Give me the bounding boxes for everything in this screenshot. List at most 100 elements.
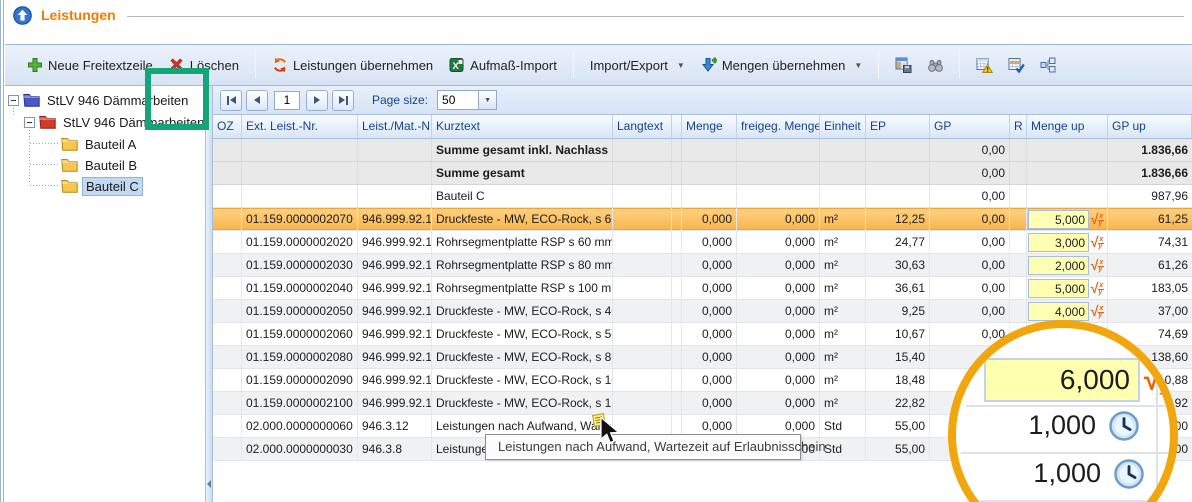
cell: 946.999.92.17 xyxy=(358,369,432,391)
cell xyxy=(213,254,242,276)
grid-warning-button[interactable] xyxy=(971,53,997,77)
column-header-Leist./Mat.-N[interactable]: Leist./Mat.-N xyxy=(358,115,432,138)
cell xyxy=(213,231,242,253)
first-page-button[interactable] xyxy=(220,90,242,111)
table-row[interactable]: Summe gesamt0,001.836,66 xyxy=(213,162,1192,185)
cell: 946.999.92.13 xyxy=(358,300,432,322)
import-export-button[interactable]: Import/Export▼ xyxy=(582,54,693,77)
column-header-Kurztext[interactable]: Kurztext xyxy=(432,115,613,138)
cell xyxy=(213,323,242,345)
formula-icon[interactable]: √xy xyxy=(1089,303,1106,319)
project-tree: StLV 946 DämmarbeitenStLV 946 Dämmarbeit… xyxy=(5,86,205,502)
tree-item-label[interactable]: Bauteil C xyxy=(82,177,143,196)
cell: 0,000 xyxy=(737,231,820,253)
cell: 946.999.92.10 xyxy=(358,231,432,253)
cell xyxy=(613,300,672,322)
svg-text:X: X xyxy=(453,61,460,72)
menge-up-cell: 4,000√xy xyxy=(1027,300,1108,322)
cell: 55,00 xyxy=(866,438,930,460)
column-header-Ext. Leist.-Nr.[interactable]: Ext. Leist.-Nr. xyxy=(242,115,358,138)
cell xyxy=(672,323,682,345)
cell: 0,000 xyxy=(682,277,737,299)
column-header-EP[interactable]: EP xyxy=(866,115,930,138)
cell xyxy=(672,369,682,391)
add-icon xyxy=(27,57,43,73)
tree-item-bauteil-b[interactable]: Bauteil B xyxy=(61,155,140,175)
table-row[interactable]: 01.159.0000002020946.999.92.10Rohrsegmen… xyxy=(213,231,1192,254)
grid-check-button[interactable] xyxy=(1003,53,1029,77)
column-header-Einheit[interactable]: Einheit xyxy=(820,115,866,138)
table-row[interactable]: 01.159.0000002050946.999.92.13Druckfeste… xyxy=(213,300,1192,323)
tree-item-bauteil-c[interactable]: Bauteil C xyxy=(61,176,143,196)
table-row[interactable]: Summe gesamt inkl. Nachlass0,001.836,66 xyxy=(213,139,1192,162)
cell: 36,61 xyxy=(866,277,930,299)
menge-up-input[interactable]: 4,000 xyxy=(1028,302,1089,321)
apply-services-button[interactable]: Leistungen übernehmen xyxy=(264,53,441,77)
apply-quantities-button[interactable]: Mengen übernehmen▼ xyxy=(693,53,871,77)
menge-up-input[interactable]: 5,000 xyxy=(1028,279,1089,298)
table-row[interactable]: 01.159.0000002070946.999.92.15.Druckfest… xyxy=(213,208,1192,231)
cell xyxy=(672,346,682,368)
cell xyxy=(737,139,820,161)
cell: 0,000 xyxy=(682,300,737,322)
gp-up-cell: 61,26 xyxy=(1108,254,1192,276)
tree-item-label[interactable]: Bauteil B xyxy=(82,157,140,174)
column-header-GP up[interactable]: GP up xyxy=(1108,115,1192,138)
cell xyxy=(358,139,432,161)
menge-up-input[interactable]: 5,000 xyxy=(1028,210,1089,229)
tree-collapse-toggle[interactable] xyxy=(24,117,35,128)
table-row[interactable]: Bauteil C0,00987,96 xyxy=(213,185,1192,208)
table-row[interactable]: 01.159.0000002040946.999.92.12Rohrsegmen… xyxy=(213,277,1192,300)
page-number-input[interactable] xyxy=(274,91,300,110)
menge-up-input[interactable]: 2,000 xyxy=(1028,256,1089,275)
cell: 15,40 xyxy=(866,346,930,368)
cell: m² xyxy=(820,254,866,276)
collapse-up-icon[interactable] xyxy=(13,6,32,25)
pagination-bar: Page size: 50 ▼ xyxy=(213,86,1192,115)
column-header-Menge up[interactable]: Menge up xyxy=(1027,115,1108,138)
cell xyxy=(242,162,358,184)
panel-splitter[interactable] xyxy=(205,86,213,502)
column-header-Langtext[interactable]: Langtext xyxy=(613,115,672,138)
column-header-freigeg. Menge[interactable]: freigeg. Menge xyxy=(737,115,820,138)
left-edge-line xyxy=(0,0,1,502)
page-size-select[interactable]: 50 ▼ xyxy=(437,90,497,110)
tree-item-label[interactable]: Bauteil A xyxy=(82,136,139,153)
previous-page-button[interactable] xyxy=(246,90,268,111)
title-rule xyxy=(127,16,1184,17)
aufmass-import-button[interactable]: X Aufmaß-Import xyxy=(441,53,565,77)
formula-icon[interactable]: √xy xyxy=(1089,211,1106,227)
column-header-spacer[interactable] xyxy=(672,115,682,138)
formula-icon[interactable]: √xy xyxy=(1089,234,1106,250)
formula-icon[interactable]: √xy xyxy=(1089,257,1106,273)
toolbar-button-label: Leistungen übernehmen xyxy=(293,58,433,73)
cell xyxy=(1010,277,1027,299)
cell xyxy=(1010,208,1027,230)
formula-icon[interactable]: √xy xyxy=(1089,280,1106,296)
toolbar-button-label: Aufmaß-Import xyxy=(470,58,557,73)
cell: Std xyxy=(820,415,866,437)
gp-up-cell: 61,25 xyxy=(1108,208,1192,230)
cell: Rohrsegmentplatte RSP s 80 mm; LA xyxy=(432,254,613,276)
column-header-R[interactable]: R xyxy=(1010,115,1027,138)
column-header-Menge[interactable]: Menge xyxy=(682,115,737,138)
column-header-GP[interactable]: GP xyxy=(930,115,1010,138)
tree-item-bauteil-a[interactable]: Bauteil A xyxy=(61,134,139,154)
cell: 01.159.0000002020 xyxy=(242,231,358,253)
next-page-button[interactable] xyxy=(306,90,328,111)
cell: 946.999.92.12 xyxy=(358,277,432,299)
tree-collapse-toggle[interactable] xyxy=(8,95,19,106)
chevron-down-icon[interactable]: ▼ xyxy=(479,90,497,110)
gp-up-cell: 987,96 xyxy=(1108,185,1192,207)
search-button[interactable] xyxy=(922,53,948,77)
table-row[interactable]: 01.159.0000002030946.999.92.11.Rohrsegme… xyxy=(213,254,1192,277)
menge-up-input[interactable]: 3,000 xyxy=(1028,233,1089,252)
magnified-clock-icon xyxy=(1108,410,1140,442)
grid-save-button[interactable] xyxy=(890,53,916,77)
column-header-OZ[interactable]: OZ xyxy=(213,115,242,138)
cell xyxy=(1027,162,1108,184)
last-page-button[interactable] xyxy=(332,90,354,111)
cell: 0,000 xyxy=(737,323,820,345)
new-freetext-row-button[interactable]: Neue Freitextzeile xyxy=(19,53,161,77)
tree-grid-button[interactable] xyxy=(1035,53,1061,77)
